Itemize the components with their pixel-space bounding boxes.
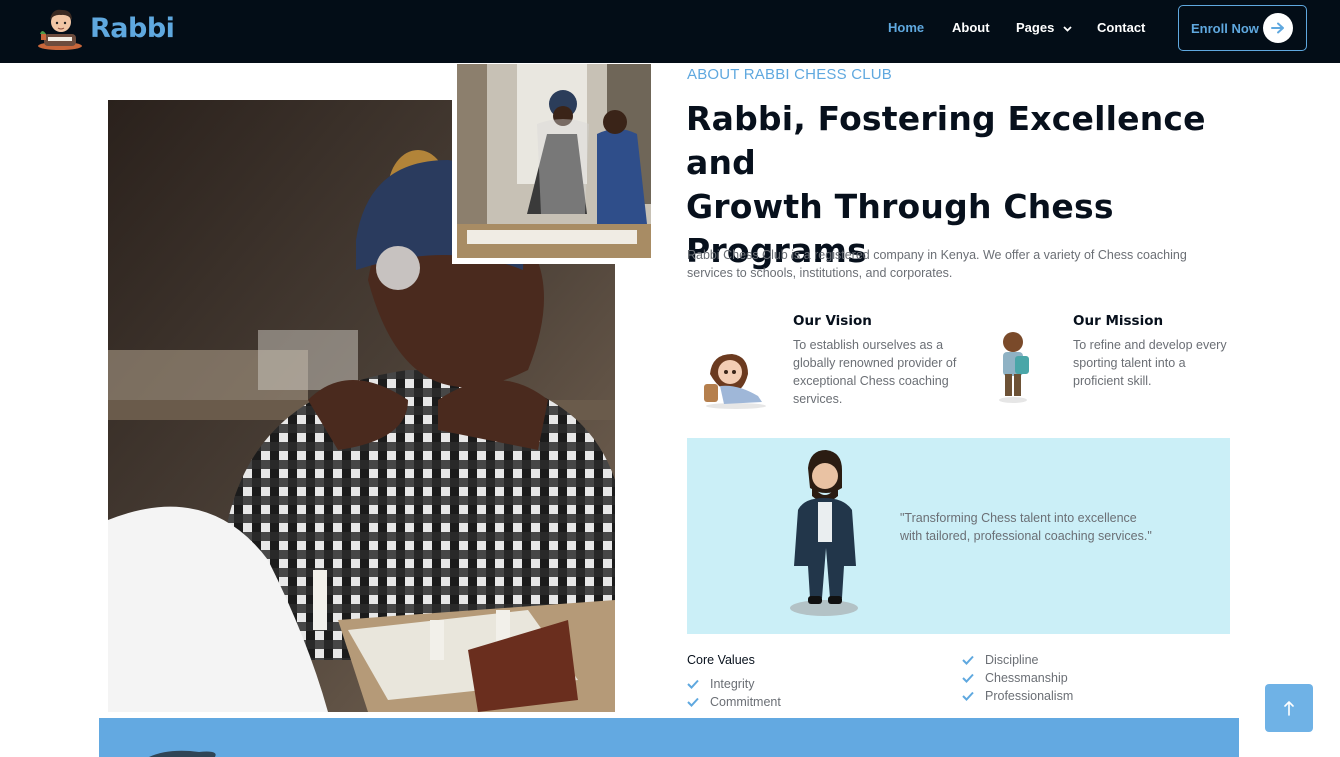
vision-illustration bbox=[698, 340, 770, 412]
chevron-down-icon bbox=[1063, 25, 1072, 32]
boy-reading-logo-icon bbox=[38, 9, 82, 50]
check-icon bbox=[687, 697, 699, 707]
core-value-discipline: Discipline bbox=[962, 653, 1039, 667]
headline-line-2: Growth Through Chess bbox=[686, 187, 1114, 226]
quote-text: "Transforming Chess talent into excellen… bbox=[900, 511, 1152, 543]
mission-text: To refine and develop every sporting tal… bbox=[1073, 338, 1227, 388]
core-value-commitment: Commitment bbox=[687, 695, 781, 709]
decorative-illustration bbox=[149, 750, 216, 757]
check-icon bbox=[962, 655, 974, 665]
mission-illustration bbox=[993, 328, 1035, 404]
core-values-title: Core Values bbox=[687, 653, 755, 667]
nav-home[interactable]: Home bbox=[888, 20, 924, 35]
arrow-right-icon bbox=[1263, 13, 1293, 43]
section-eyebrow: ABOUT RABBI CHESS CLUB bbox=[687, 66, 893, 83]
core-value-label: Commitment bbox=[710, 695, 781, 709]
check-icon bbox=[962, 691, 974, 701]
core-value-professionalism: Professionalism bbox=[962, 689, 1073, 703]
nav-pages-label: Pages bbox=[1016, 20, 1055, 35]
vision-text: To establish ourselves as a globally ren… bbox=[793, 338, 957, 406]
mission-title: Our Mission bbox=[1073, 313, 1164, 329]
nav-contact[interactable]: Contact bbox=[1097, 20, 1145, 35]
core-value-label: Professionalism bbox=[985, 689, 1074, 703]
core-value-label: Chessmanship bbox=[985, 671, 1068, 685]
back-to-top-button[interactable] bbox=[1265, 684, 1313, 732]
navbar: Rabbi Home About Pages Contact Enroll No… bbox=[0, 0, 1340, 63]
headline-line-1: Rabbi, Fostering Excellence and bbox=[686, 99, 1206, 182]
enroll-now-label: Enroll Now bbox=[1191, 20, 1259, 36]
core-value-integrity: Integrity bbox=[687, 677, 754, 691]
arrow-up-icon bbox=[1284, 701, 1294, 716]
brand[interactable]: Rabbi bbox=[34, 4, 175, 52]
vision-title: Our Vision bbox=[793, 313, 872, 329]
check-icon bbox=[962, 673, 974, 683]
core-value-label: Integrity bbox=[710, 677, 755, 691]
founder-illustration bbox=[784, 448, 866, 622]
enroll-now-button[interactable]: Enroll Now bbox=[1178, 5, 1307, 51]
brand-name: Rabbi bbox=[90, 12, 175, 44]
next-section-band bbox=[99, 718, 1239, 757]
nav-pages[interactable]: Pages bbox=[1016, 20, 1072, 35]
intro-paragraph: Rabbi Chess Club is a registered company… bbox=[687, 248, 1187, 280]
chess-event-photo bbox=[452, 64, 655, 264]
core-value-chessmanship: Chessmanship bbox=[962, 671, 1068, 685]
core-value-label: Discipline bbox=[985, 653, 1039, 667]
nav-about[interactable]: About bbox=[952, 20, 990, 35]
check-icon bbox=[687, 679, 699, 689]
